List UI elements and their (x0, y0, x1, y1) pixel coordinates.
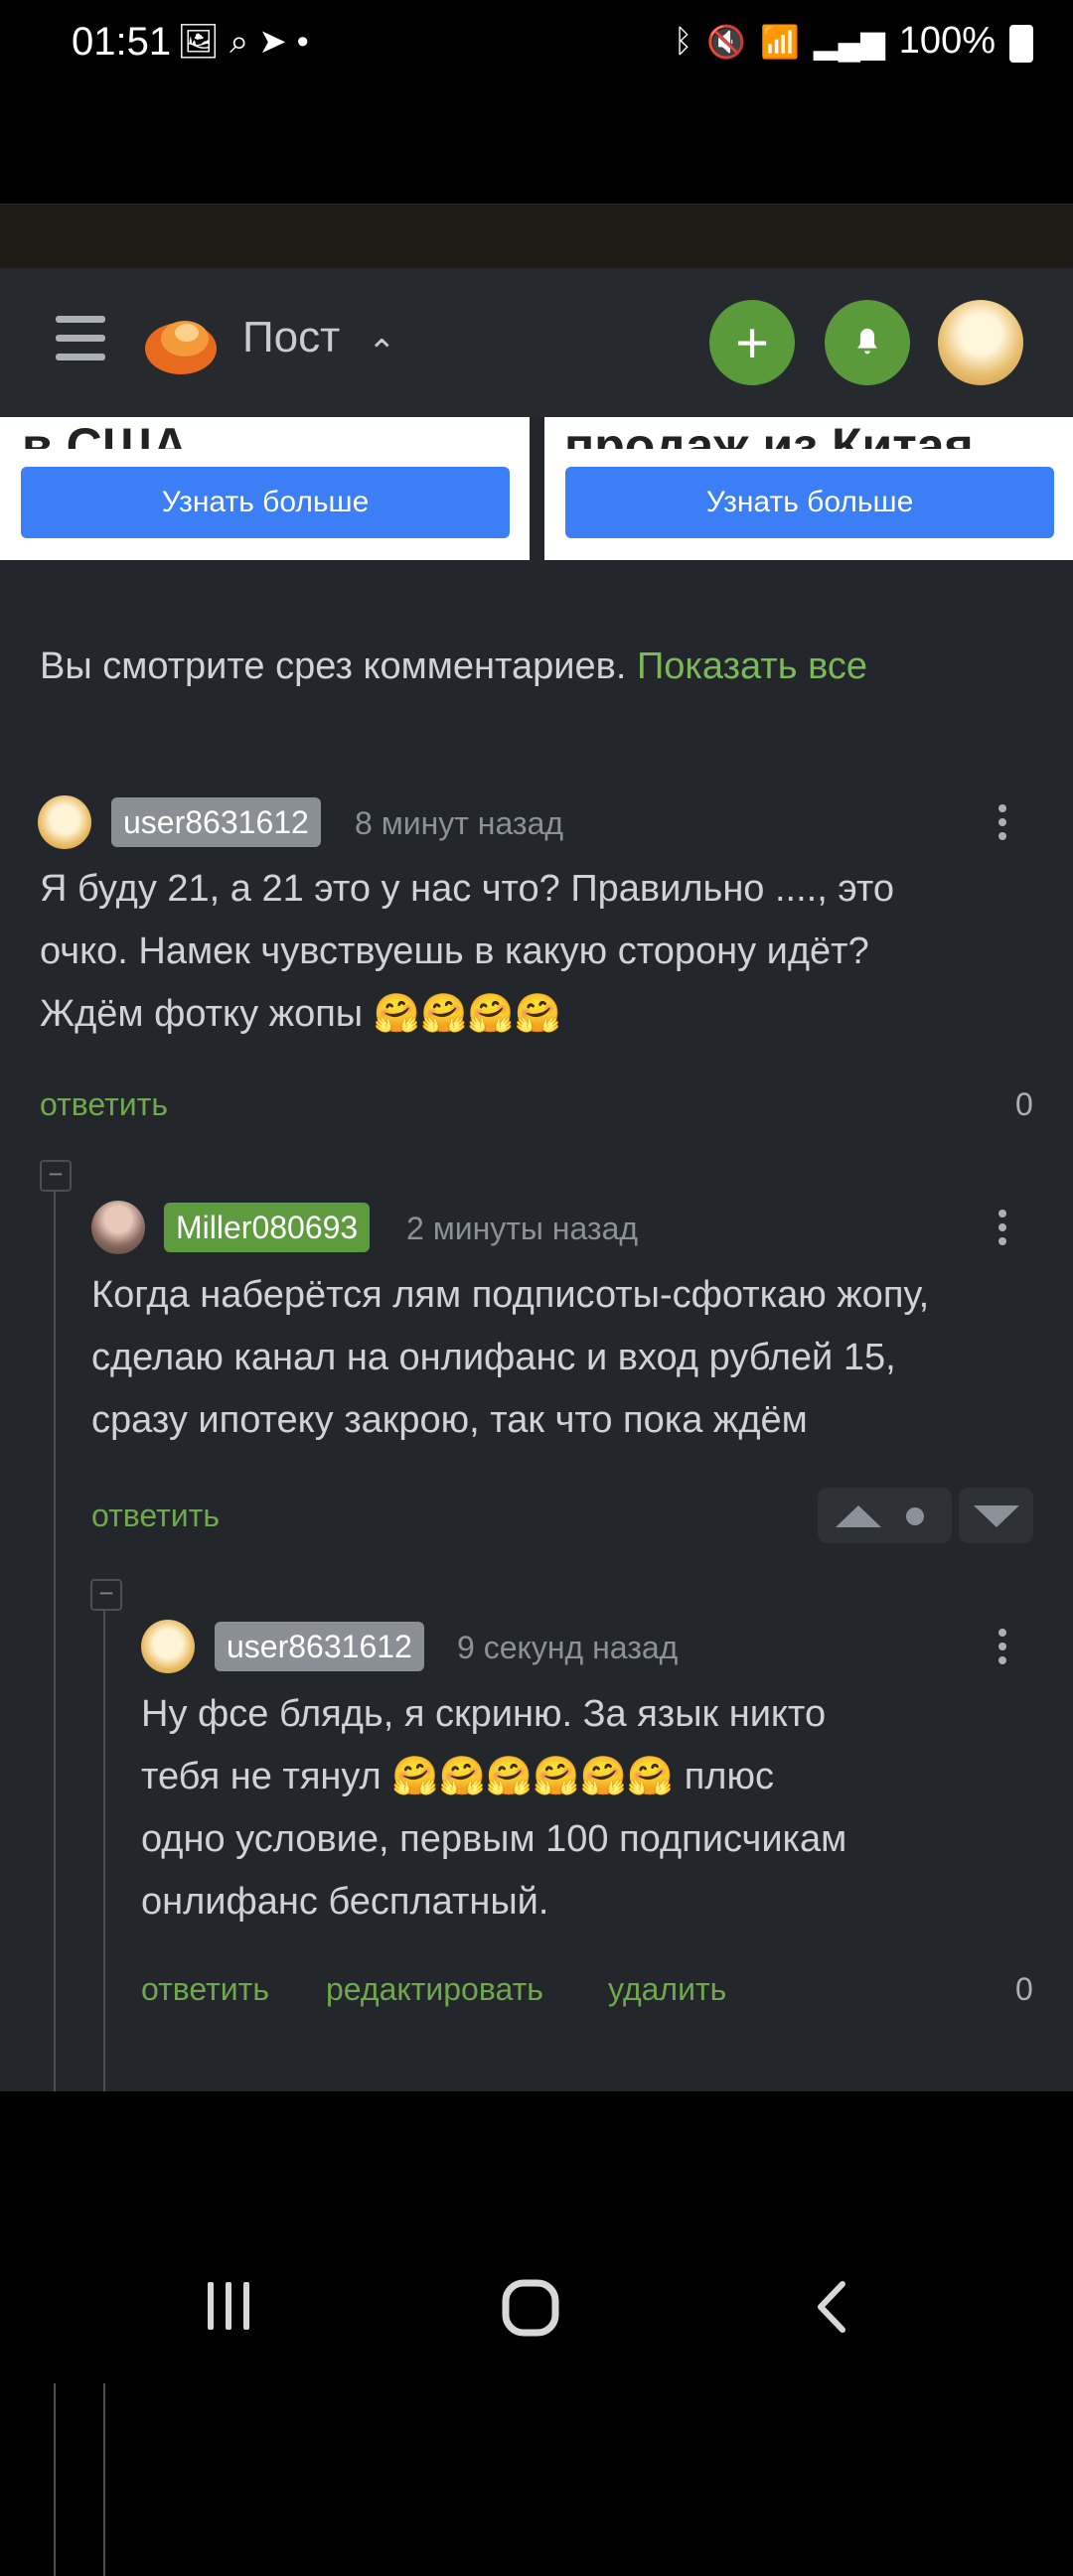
app-header: Пост ⌄ + (0, 268, 1073, 417)
slice-text: Вы смотрите срез комментариев. (40, 645, 627, 687)
more-options-icon[interactable] (998, 1204, 1010, 1251)
username-badge[interactable]: Miller080693 (164, 1203, 371, 1252)
chevron-up-icon[interactable]: ⌄ (368, 330, 396, 369)
learn-more-button[interactable]: Узнать больше (21, 467, 510, 538)
top-band (0, 204, 1073, 269)
ad-card[interactable]: продаж из Китая Узнать больше (544, 417, 1073, 560)
avatar[interactable] (38, 795, 91, 849)
vote-control (818, 1488, 952, 1543)
more-options-icon[interactable] (998, 1623, 1010, 1670)
delete-link[interactable]: удалить (608, 1971, 726, 2008)
gallery-icon: 🖼 (177, 23, 230, 61)
bell-icon (857, 328, 877, 355)
avatar[interactable] (141, 1620, 195, 1673)
comment-time: 8 минут назад (355, 805, 564, 841)
pikabu-logo-icon[interactable] (141, 303, 221, 382)
ad-strip: в США Узнать больше продаж из Китая Узна… (0, 417, 1073, 560)
notification-icons: 🖼⌕➤• (177, 22, 319, 62)
reply-link[interactable]: ответить (40, 1086, 168, 1123)
back-icon[interactable] (813, 2280, 848, 2334)
header-title[interactable]: Пост (242, 313, 340, 362)
battery-icon (1009, 24, 1033, 63)
downvote-button[interactable] (959, 1488, 1033, 1543)
comment-rating: 0 (1015, 1971, 1033, 2007)
learn-more-button[interactable]: Узнать больше (565, 467, 1054, 538)
status-right: ᛒ 🔇 📶 ▂▄▆ 100% (674, 20, 1033, 63)
bluetooth-icon: ᛒ (674, 23, 693, 59)
notifications-button[interactable] (825, 300, 910, 385)
plus-icon: + (735, 310, 769, 375)
ad-headline: продаж из Китая (564, 418, 974, 449)
add-post-button[interactable]: + (709, 300, 795, 385)
avatar[interactable] (91, 1201, 145, 1254)
battery-percent: 100% (898, 20, 996, 62)
status-time: 01:51 (72, 20, 172, 64)
home-icon[interactable] (502, 2279, 559, 2337)
comment-time: 9 секунд назад (457, 1630, 679, 1665)
collapse-thread-icon[interactable]: − (40, 1160, 72, 1192)
more-options-icon[interactable] (998, 798, 1010, 846)
downvote-icon (974, 1505, 1019, 1527)
menu-icon[interactable] (56, 316, 105, 365)
ad-card[interactable]: в США Узнать больше (0, 417, 530, 560)
wifi-icon: 📶 (760, 23, 800, 60)
reply-link[interactable]: ответить (141, 1971, 269, 2008)
upvote-icon[interactable] (836, 1505, 881, 1527)
thread-line[interactable] (103, 1583, 105, 2576)
signal-icon: ▂▄▆ (813, 23, 885, 60)
status-bar: 01:51 🖼⌕➤• ᛒ 🔇 📶 ▂▄▆ 100% (0, 0, 1073, 89)
comments-section: Вы смотрите срез комментариев. Показать … (0, 560, 1073, 2576)
username-badge[interactable]: user8631612 (215, 1622, 424, 1671)
slice-notice: Вы смотрите срез комментариев. Показать … (40, 645, 867, 688)
mute-icon: 🔇 (706, 23, 747, 60)
telegram-icon: ➤ (258, 23, 297, 61)
show-all-link[interactable]: Показать все (637, 645, 867, 687)
collapse-thread-icon[interactable]: − (90, 1579, 122, 1611)
recent-apps-icon[interactable] (204, 2280, 255, 2332)
ad-headline: в США (22, 418, 189, 449)
reply-link[interactable]: ответить (91, 1498, 220, 1534)
profile-avatar[interactable] (938, 300, 1023, 385)
comment-text: Когда наберётся лям подписоты-сфоткаю жо… (91, 1274, 930, 1441)
dot-icon: • (296, 23, 319, 61)
comment-text: Я буду 21, а 21 это у нас что? Правильно… (40, 868, 895, 1035)
edit-link[interactable]: редактировать (326, 1971, 543, 2008)
comment-rating: 0 (1015, 1086, 1033, 1122)
comment-text: Ну фсе блядь, я скриню. За язык никто те… (141, 1693, 847, 1923)
username-badge[interactable]: user8631612 (111, 797, 321, 847)
system-nav-bar (0, 2091, 1073, 2383)
rating-dot-icon (906, 1507, 924, 1525)
comment-time: 2 минуты назад (406, 1211, 639, 1246)
search-icon: ⌕ (230, 23, 259, 61)
